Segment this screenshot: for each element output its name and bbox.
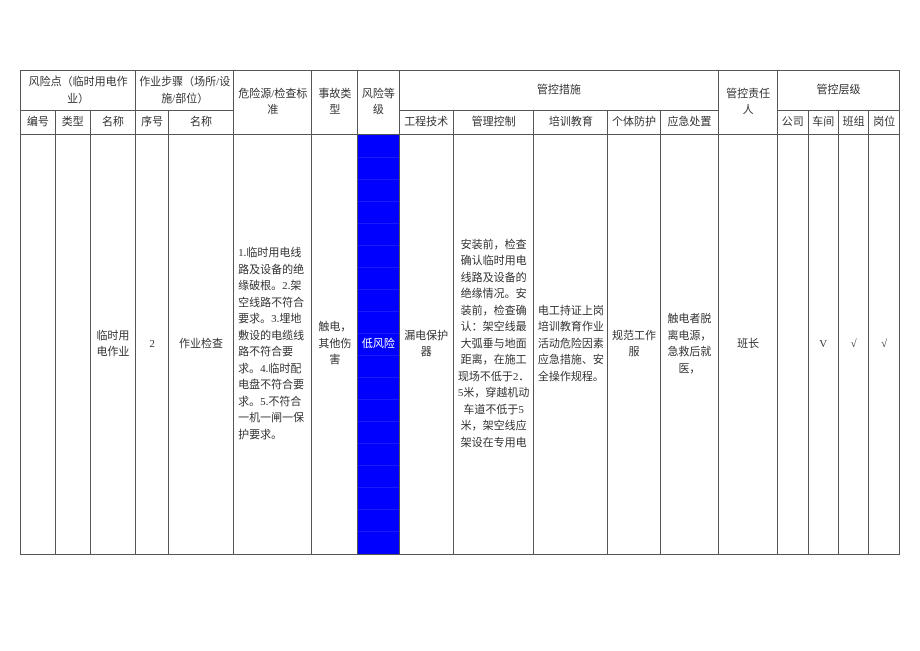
table-head: 风险点（临时用电作业） 作业步骤（场所/设施/部位） 危险源/检查标准 事故类型… bbox=[21, 71, 900, 135]
cell-control-person: 班长 bbox=[719, 134, 778, 554]
hdr-accident: 事故类型 bbox=[312, 71, 358, 135]
hdr-company: 公司 bbox=[778, 111, 808, 135]
hdr-eng-tech: 工程技术 bbox=[399, 111, 453, 135]
cell-company bbox=[778, 134, 808, 554]
cell-training: 电工持证上岗培训教育作业活动危险因素应急措施、安全操作规程。 bbox=[534, 134, 608, 554]
cell-seq: 2 bbox=[136, 134, 169, 554]
risk-level-text: 低风险 bbox=[362, 336, 395, 353]
hdr-name: 名称 bbox=[90, 111, 136, 135]
cell-workshop: V bbox=[808, 134, 838, 554]
hdr-control-person: 管控责任人 bbox=[719, 71, 778, 135]
cell-team: √ bbox=[838, 134, 868, 554]
cell-type bbox=[55, 134, 90, 554]
cell-emergency: 触电者脱离电源，急救后就医， bbox=[660, 134, 719, 554]
cell-accident: 触电，其他伤害 bbox=[312, 134, 358, 554]
hdr-seq: 序号 bbox=[136, 111, 169, 135]
table-row: 临时用电作业 2 作业检查 1.临时用电线路及设备的绝缘破根。2.架空线路不符合… bbox=[21, 134, 900, 554]
cell-name: 临时用电作业 bbox=[90, 134, 136, 554]
cell-eng-tech: 漏电保护器 bbox=[399, 134, 453, 554]
hdr-risk-point: 风险点（临时用电作业） bbox=[21, 71, 136, 111]
cell-mgmt-ctrl: 安装前，检查确认临时用电线路及设备的绝缘情况。安装前，检查确认：架空线最大弧垂与… bbox=[453, 134, 534, 554]
risk-table-container: 风险点（临时用电作业） 作业步骤（场所/设施/部位） 危险源/检查标准 事故类型… bbox=[20, 70, 900, 555]
hdr-training: 培训教育 bbox=[534, 111, 608, 135]
hdr-post: 岗位 bbox=[869, 111, 900, 135]
cell-risk-level: 低风险 bbox=[358, 134, 399, 554]
cell-no bbox=[21, 134, 56, 554]
cell-hazard: 1.临时用电线路及设备的绝缘破根。2.架空线路不符合要求。3.埋地敷设的电缆线路… bbox=[234, 134, 312, 554]
cell-post: √ bbox=[869, 134, 900, 554]
cell-ppe: 规范工作服 bbox=[608, 134, 660, 554]
table-body: 临时用电作业 2 作业检查 1.临时用电线路及设备的绝缘破根。2.架空线路不符合… bbox=[21, 134, 900, 554]
hdr-hazard: 危险源/检查标准 bbox=[234, 71, 312, 135]
risk-table: 风险点（临时用电作业） 作业步骤（场所/设施/部位） 危险源/检查标准 事故类型… bbox=[20, 70, 900, 555]
hdr-workshop: 车间 bbox=[808, 111, 838, 135]
cell-step-name: 作业检查 bbox=[168, 134, 233, 554]
hdr-control-tier: 管控层级 bbox=[778, 71, 900, 111]
hdr-risk-level: 风险等级 bbox=[358, 71, 399, 135]
hdr-emergency: 应急处置 bbox=[660, 111, 719, 135]
hdr-step-name: 名称 bbox=[168, 111, 233, 135]
hdr-mgmt-ctrl: 管理控制 bbox=[453, 111, 534, 135]
hdr-control-measures: 管控措施 bbox=[399, 71, 719, 111]
hdr-team: 班组 bbox=[838, 111, 868, 135]
hdr-type: 类型 bbox=[55, 111, 90, 135]
hdr-no: 编号 bbox=[21, 111, 56, 135]
hdr-work-step: 作业步骤（场所/设施/部位） bbox=[136, 71, 234, 111]
hdr-ppe: 个体防护 bbox=[608, 111, 660, 135]
